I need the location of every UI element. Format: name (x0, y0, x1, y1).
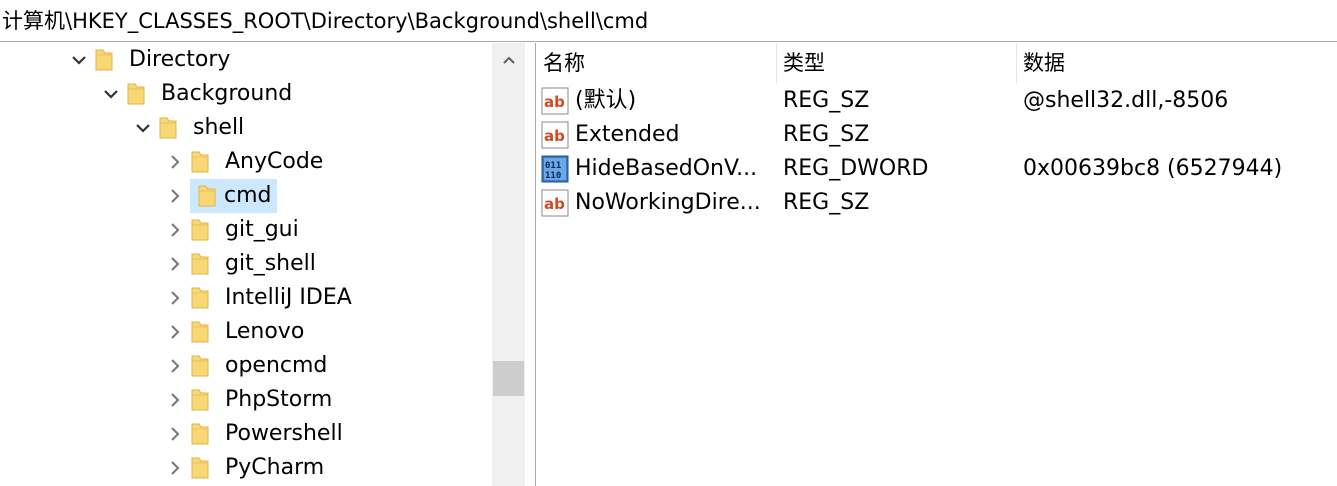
tree-item-label: Lenovo (225, 319, 305, 344)
folder-icon (190, 315, 220, 349)
chevron-down-icon[interactable] (96, 77, 126, 111)
tree-item-label: PhpStorm (225, 387, 333, 412)
folder-icon (190, 145, 220, 179)
tree-item-lenovo[interactable]: Lenovo (160, 315, 309, 349)
scroll-up-button[interactable] (492, 43, 525, 76)
scrollbar-thumb[interactable] (493, 361, 524, 396)
value-row[interactable]: ab (默认) REG_SZ @shell32.dll,-8506 (536, 84, 1337, 118)
tree-item-shell[interactable]: shell (128, 111, 249, 145)
value-type: REG_SZ (783, 122, 870, 147)
value-row[interactable]: 011 110 HideBasedOnV... REG_DWORD 0x00639… (536, 152, 1337, 186)
svg-text:110: 110 (545, 171, 561, 181)
tree-item-powershell[interactable]: Powershell (160, 417, 348, 451)
tree-item-intellij-idea[interactable]: IntelliJ IDEA (160, 281, 357, 315)
svg-text:ab: ab (544, 127, 565, 145)
tree-item-opencmd[interactable]: opencmd (160, 349, 332, 383)
folder-icon (190, 247, 220, 281)
value-type: REG_DWORD (783, 156, 929, 181)
svg-text:ab: ab (544, 93, 565, 111)
column-divider[interactable] (1016, 43, 1017, 84)
value-row[interactable]: ab Extended REG_SZ (536, 118, 1337, 152)
chevron-right-icon[interactable] (160, 451, 190, 485)
folder-icon (190, 179, 224, 213)
tree-item-directory[interactable]: Directory (64, 43, 235, 77)
column-divider[interactable] (776, 43, 777, 84)
address-path: 计算机\HKEY_CLASSES_ROOT\Directory\Backgrou… (2, 9, 649, 33)
chevron-right-icon[interactable] (160, 145, 190, 179)
value-type: REG_SZ (783, 88, 870, 113)
tree-item-label: Background (161, 81, 293, 106)
tree-item-anycode[interactable]: AnyCode (160, 145, 328, 179)
tree-item-label: Directory (129, 47, 231, 72)
svg-text:ab: ab (544, 195, 565, 213)
tree-vertical-scrollbar[interactable] (492, 43, 525, 486)
tree-item-background[interactable]: Background (96, 77, 297, 111)
folder-icon (158, 111, 188, 145)
folder-icon (94, 43, 124, 77)
tree-item-selection: cmd (190, 179, 277, 213)
folder-icon (190, 213, 220, 247)
tree-item-label: PyCharm (225, 455, 325, 480)
folder-icon (190, 417, 220, 451)
value-name: HideBasedOnV... (575, 156, 758, 181)
tree-item-label: shell (193, 115, 245, 140)
chevron-right-icon[interactable] (160, 213, 190, 247)
column-header-name-label: 名称 (543, 51, 585, 75)
tree-item-label: Powershell (225, 421, 343, 446)
pane-splitter[interactable] (525, 43, 536, 486)
tree-item-label: AnyCode (225, 149, 324, 174)
column-header-name[interactable]: 名称 (543, 43, 585, 84)
string-value-icon: ab (541, 87, 569, 115)
chevron-right-icon[interactable] (160, 179, 190, 213)
string-value-icon: ab (541, 189, 569, 217)
tree-item-label: cmd (224, 183, 272, 208)
value-data: 0x00639bc8 (6527944) (1023, 156, 1283, 181)
chevron-right-icon[interactable] (160, 281, 190, 315)
dword-value-icon: 011 110 (541, 155, 569, 183)
column-header-data-label: 数据 (1023, 51, 1065, 75)
tree-item-phpstorm[interactable]: PhpStorm (160, 383, 337, 417)
column-header-type[interactable]: 类型 (783, 43, 825, 84)
tree-item-git-shell[interactable]: git_shell (160, 247, 321, 281)
tree-item-git-gui[interactable]: git_gui (160, 213, 304, 247)
chevron-down-icon[interactable] (128, 111, 158, 145)
chevron-right-icon[interactable] (160, 383, 190, 417)
column-header-data[interactable]: 数据 (1023, 43, 1065, 84)
chevron-right-icon[interactable] (160, 417, 190, 451)
chevron-right-icon[interactable] (160, 349, 190, 383)
value-data: @shell32.dll,-8506 (1023, 88, 1229, 113)
key-tree: Directory Background shell AnyCode cmd g… (0, 43, 492, 486)
tree-item-label: opencmd (225, 353, 328, 378)
value-type: REG_SZ (783, 190, 870, 215)
svg-text:011: 011 (545, 161, 561, 171)
chevron-right-icon[interactable] (160, 247, 190, 281)
folder-icon (126, 77, 156, 111)
values-list: 名称 类型 数据 ab (默认) REG_SZ @shell32.dll,-85… (536, 43, 1337, 486)
tree-item-label: IntelliJ IDEA (225, 285, 352, 310)
tree-item-pycharm[interactable]: PyCharm (160, 451, 329, 485)
value-name: (默认) (575, 88, 637, 113)
folder-icon (190, 451, 220, 485)
tree-item-cmd[interactable]: cmd (160, 179, 277, 213)
folder-icon (190, 281, 220, 315)
column-header-type-label: 类型 (783, 51, 825, 75)
chevron-down-icon[interactable] (64, 43, 94, 77)
value-name: NoWorkingDire... (575, 190, 761, 215)
value-row[interactable]: ab NoWorkingDire... REG_SZ (536, 186, 1337, 220)
value-name: Extended (575, 122, 680, 147)
folder-icon (190, 349, 220, 383)
folder-icon (190, 383, 220, 417)
tree-item-label: git_gui (225, 217, 299, 242)
tree-item-label: git_shell (225, 251, 316, 276)
chevron-right-icon[interactable] (160, 315, 190, 349)
string-value-icon: ab (541, 121, 569, 149)
chevron-up-icon (502, 56, 515, 64)
address-bar[interactable]: 计算机\HKEY_CLASSES_ROOT\Directory\Backgrou… (0, 0, 1337, 42)
